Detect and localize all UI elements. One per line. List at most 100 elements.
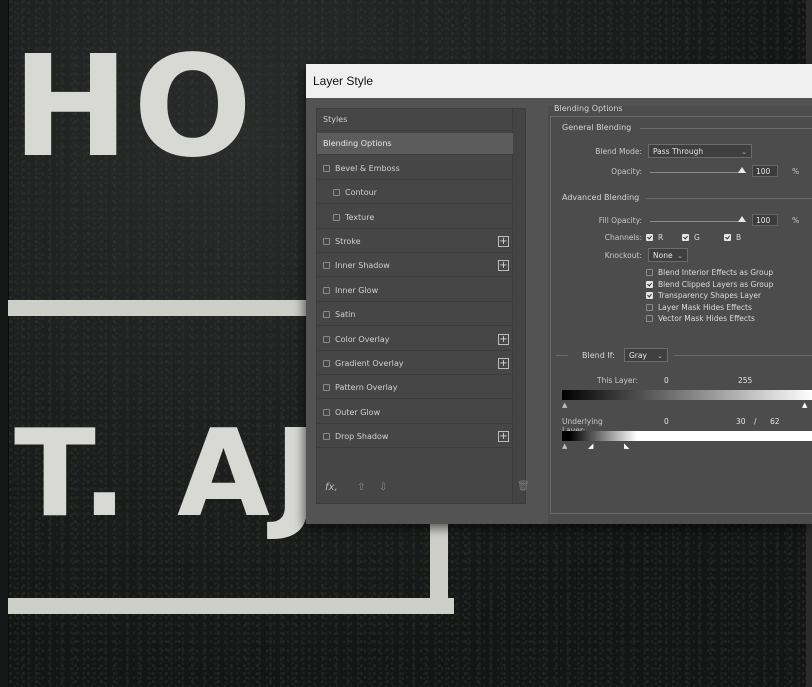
style-item-outer-glow[interactable]: Outer Glow xyxy=(317,402,513,424)
blend-if-value: Gray xyxy=(629,351,647,360)
opacity-slider-handle[interactable] xyxy=(738,167,746,173)
option-layer-mask-hides-effects[interactable]: Layer Mask Hides Effects xyxy=(646,303,752,312)
this-layer-high: 255 xyxy=(738,376,753,385)
option-blend-clipped-layers-as-group[interactable]: Blend Clipped Layers as Group xyxy=(646,280,773,289)
this-layer-black-handle[interactable]: ▲ xyxy=(562,401,567,409)
style-item-label: Inner Glow xyxy=(335,285,379,295)
underlying-separator: / xyxy=(754,417,757,426)
style-item-styles[interactable]: Styles xyxy=(317,109,513,131)
add-effect-icon[interactable]: + xyxy=(498,260,509,272)
this-layer-label: This Layer: xyxy=(596,376,638,385)
knockout-label: Knockout: xyxy=(604,251,642,260)
opacity-input[interactable]: 100 xyxy=(752,165,778,177)
underlying-split-handle-right[interactable]: ◣ xyxy=(624,442,629,450)
fill-opacity-input[interactable]: 100 xyxy=(752,214,778,226)
checkbox-icon[interactable] xyxy=(323,311,330,319)
dialog-title[interactable]: Layer Style xyxy=(306,64,812,98)
fx-button[interactable]: fx, xyxy=(325,482,338,493)
channel-r-checkbox[interactable]: R xyxy=(646,233,663,242)
add-effect-icon[interactable]: + xyxy=(498,431,509,443)
opacity-label: Opacity: xyxy=(611,167,642,176)
trash-icon[interactable]: 🗑 xyxy=(517,481,530,492)
checkbox-checked-icon xyxy=(724,234,731,241)
checkbox-icon[interactable] xyxy=(323,433,330,441)
checkbox-icon[interactable] xyxy=(323,262,330,270)
style-item-label: Texture xyxy=(345,212,375,222)
advanced-blending-rule xyxy=(646,198,812,199)
option-transparency-shapes-layer[interactable]: Transparency Shapes Layer xyxy=(646,291,761,300)
blend-mode-label: Blend Mode: xyxy=(595,147,642,156)
option-label: Layer Mask Hides Effects xyxy=(658,302,752,312)
checkbox-checked-icon xyxy=(646,234,653,241)
checkbox-icon[interactable] xyxy=(333,213,340,221)
style-item-label: Satin xyxy=(335,310,356,320)
checkbox-icon xyxy=(646,303,653,311)
styles-list-footer: fx, ⇧ ⇩ 🗑 xyxy=(317,475,530,503)
underlying-black-handle[interactable]: ▲ xyxy=(562,442,567,450)
style-item-texture[interactable]: Texture xyxy=(317,207,513,229)
style-item-label: Drop Shadow xyxy=(335,432,389,442)
style-item-stroke[interactable]: Stroke + xyxy=(317,231,513,253)
option-label: Blend Interior Effects as Group xyxy=(658,268,774,277)
this-layer-white-handle[interactable]: ▲ xyxy=(802,401,807,409)
blend-mode-select[interactable]: Pass Through ⌄ xyxy=(648,144,752,158)
style-item-drop-shadow[interactable]: Drop Shadow + xyxy=(317,426,513,449)
fill-opacity-unit: % xyxy=(792,216,800,225)
opacity-unit: % xyxy=(792,167,800,176)
style-item-contour[interactable]: Contour xyxy=(317,182,513,205)
add-effect-icon[interactable]: + xyxy=(498,333,509,345)
styles-list-scrollbar[interactable] xyxy=(512,109,525,503)
arrow-up-icon[interactable]: ⇧ xyxy=(357,482,365,493)
channel-g-checkbox[interactable]: G xyxy=(682,233,700,242)
arrow-down-icon[interactable]: ⇩ xyxy=(379,482,387,493)
style-item-bevel-emboss[interactable]: Bevel & Emboss xyxy=(317,158,513,180)
fill-opacity-slider[interactable] xyxy=(650,221,746,222)
style-item-color-overlay[interactable]: Color Overlay + xyxy=(317,329,513,351)
style-item-pattern-overlay[interactable]: Pattern Overlay xyxy=(317,377,513,400)
checkbox-icon[interactable] xyxy=(323,286,330,294)
style-item-inner-glow[interactable]: Inner Glow xyxy=(317,280,513,302)
layer-style-dialog: Layer Style fx, ⇧ ⇩ 🗑 Styles Blending Opt… xyxy=(306,64,812,524)
canvas-text-bottom: T. AJ xyxy=(14,405,323,544)
canvas-stripe-bottom xyxy=(8,598,454,614)
add-effect-icon[interactable]: + xyxy=(498,236,509,247)
style-item-label: Inner Shadow xyxy=(335,261,390,271)
chevron-down-icon: ⌄ xyxy=(677,252,683,260)
style-item-label: Contour xyxy=(345,188,377,198)
underlying-high: 62 xyxy=(770,417,780,426)
add-effect-icon[interactable]: + xyxy=(498,358,509,369)
underlying-split-handle-left[interactable]: ◢ xyxy=(588,442,593,450)
channel-b-checkbox[interactable]: B xyxy=(724,233,741,242)
checkbox-icon[interactable] xyxy=(333,189,340,197)
option-label: Vector Mask Hides Effects xyxy=(658,314,755,324)
fill-opacity-slider-handle[interactable] xyxy=(738,216,746,222)
option-blend-interior-effects-as-group[interactable]: Blend Interior Effects as Group xyxy=(646,268,773,277)
blend-if-select[interactable]: Gray ⌄ xyxy=(624,348,668,362)
checkbox-icon[interactable] xyxy=(323,238,330,245)
channel-b-label: B xyxy=(736,233,742,242)
option-vector-mask-hides-effects[interactable]: Vector Mask Hides Effects xyxy=(646,314,755,323)
underlying-layer-gradient[interactable] xyxy=(562,431,812,441)
option-label: Transparency Shapes Layer xyxy=(658,291,762,301)
canvas-text-top: HO xyxy=(12,26,257,189)
checkbox-icon[interactable] xyxy=(323,164,330,172)
checkbox-icon[interactable] xyxy=(323,384,330,392)
blending-options-title: Blending Options xyxy=(554,104,623,113)
style-item-inner-shadow[interactable]: Inner Shadow + xyxy=(317,255,513,278)
checkbox-icon[interactable] xyxy=(323,335,330,343)
canvas-frame-right xyxy=(430,524,448,614)
checkbox-icon[interactable] xyxy=(323,360,330,367)
checkbox-icon[interactable] xyxy=(323,408,330,416)
blending-options-panel: Blending Options General Blending Blend … xyxy=(548,104,812,524)
chevron-down-icon: ⌄ xyxy=(657,352,663,360)
blend-mode-value: Pass Through xyxy=(653,147,704,156)
style-item-blending-options[interactable]: Blending Options xyxy=(317,133,513,156)
opacity-slider[interactable] xyxy=(650,172,746,173)
style-item-satin[interactable]: Satin xyxy=(317,304,513,327)
style-item-gradient-overlay[interactable]: Gradient Overlay + xyxy=(317,353,513,375)
style-item-label: Outer Glow xyxy=(335,407,381,417)
this-layer-gradient[interactable] xyxy=(562,390,812,400)
style-item-label: Blending Options xyxy=(323,139,392,149)
advanced-blending-title: Advanced Blending xyxy=(562,193,640,202)
knockout-select[interactable]: None ⌄ xyxy=(648,248,688,262)
